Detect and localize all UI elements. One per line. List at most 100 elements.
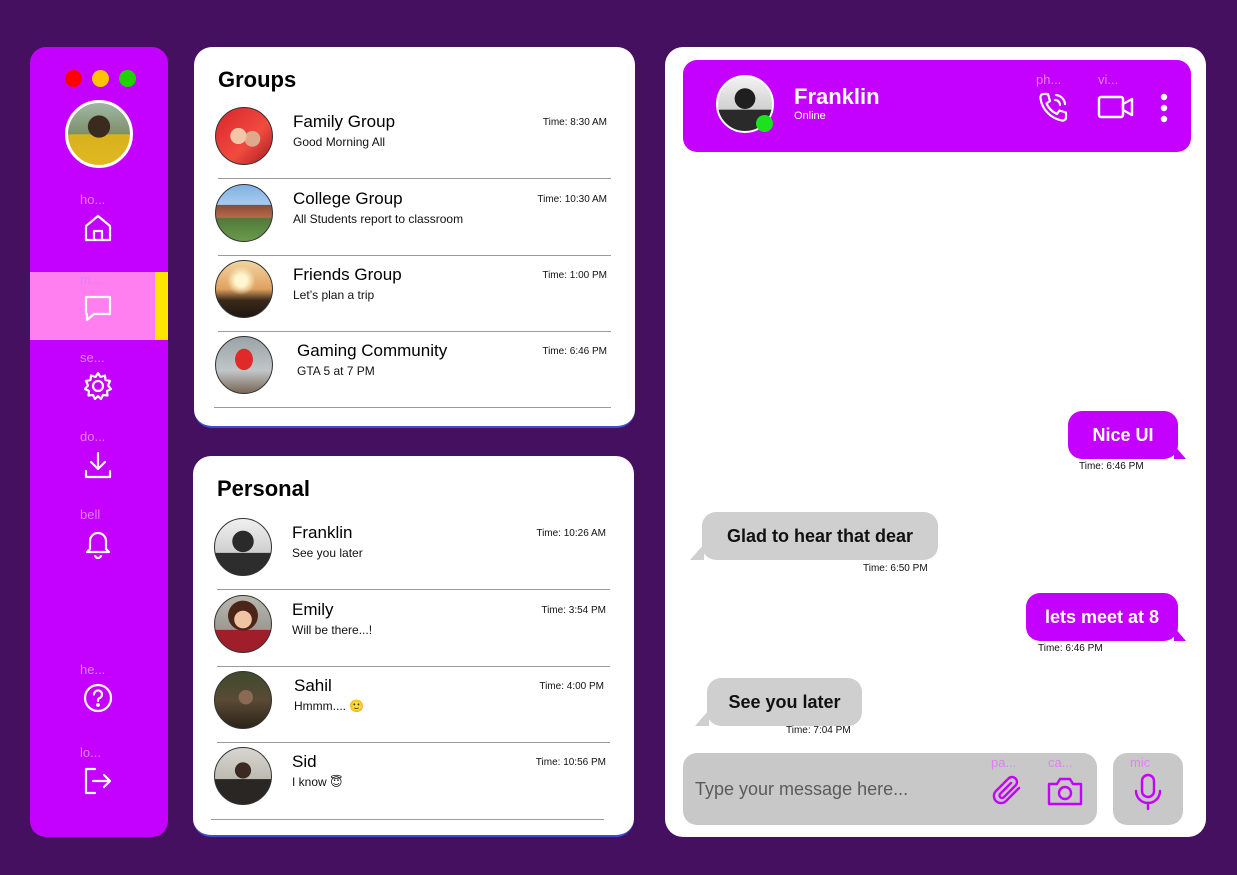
contact-time: Time: 3:54 PM [541, 605, 606, 616]
groups-title: Groups [218, 67, 297, 92]
video-call-icon[interactable] [1097, 91, 1135, 123]
contact-name: Franklin [292, 523, 353, 542]
group-row-college[interactable]: College Group All Students report to cla… [194, 180, 635, 256]
camera-icon[interactable] [1046, 773, 1084, 809]
personal-row-franklin[interactable]: Franklin See you later Time: 10:26 AM [193, 514, 634, 590]
camera-label: ca... [1048, 755, 1073, 770]
message-bubble-outgoing: lets meet at 8 [1026, 593, 1186, 641]
window-controls [30, 47, 168, 97]
personal-title: Personal [217, 476, 310, 501]
nav-home-label: ho... [80, 192, 106, 207]
personal-row-emily[interactable]: Emily Will be there...! Time: 3:54 PM [193, 591, 634, 667]
close-window-dot[interactable] [65, 70, 82, 87]
phone-call-icon[interactable] [1035, 90, 1071, 126]
chat-panel: Franklin Online ph... vi... Nice UI Time… [665, 47, 1206, 837]
contact-time: Time: 10:26 AM [536, 528, 606, 539]
chat-header: Franklin Online ph... vi... [683, 60, 1191, 152]
contact-preview: Will be there...! [292, 623, 373, 637]
home-icon [84, 214, 112, 242]
nav-messages-label: m... [80, 272, 102, 287]
online-indicator [756, 115, 773, 132]
group-preview: GTA 5 at 7 PM [297, 364, 375, 378]
contact-preview: I know 😇 [292, 775, 343, 789]
contact-avatar [214, 671, 272, 729]
contact-name: Sahil [294, 676, 332, 695]
message-bubble-outgoing: Nice UI [1068, 411, 1186, 459]
group-name: Family Group [293, 112, 396, 131]
message-time: Time: 6:46 PM [1038, 643, 1103, 654]
settings-icon [83, 371, 113, 401]
contact-preview: See you later [292, 546, 363, 560]
group-row-family[interactable]: Family Group Good Morning All Time: 8:30… [194, 103, 635, 179]
message-time: Time: 7:04 PM [786, 725, 851, 736]
nav-notifications-label: bell [80, 507, 101, 522]
group-time: Time: 6:46 PM [542, 346, 607, 357]
contact-avatar [214, 518, 272, 576]
row-divider [217, 589, 610, 590]
download-icon [84, 451, 112, 479]
message-input[interactable] [695, 773, 975, 805]
group-name: Friends Group [293, 265, 402, 284]
nav-home[interactable]: ho... [30, 192, 168, 260]
bell-icon [85, 531, 111, 559]
contact-name: Emily [292, 600, 334, 619]
groups-panel: Groups Family Group Good Morning All Tim… [194, 47, 635, 428]
chat-contact-name: Franklin [794, 84, 880, 109]
personal-panel: Personal Franklin See you later Time: 10… [193, 456, 634, 837]
group-preview: Let’s plan a trip [293, 288, 375, 302]
personal-row-sid[interactable]: Sid I know 😇 Time: 10:56 PM [193, 743, 634, 820]
group-preview: Good Morning All [293, 135, 386, 149]
nav-settings-label: se... [80, 350, 105, 365]
nav-messages[interactable]: m... [30, 272, 168, 340]
group-avatar [215, 107, 273, 165]
attach-label: pa... [991, 755, 1017, 770]
contact-preview: Hmmm.... 🙂 [294, 699, 365, 713]
group-avatar [215, 184, 273, 242]
contact-time: Time: 10:56 PM [535, 757, 606, 768]
nav-logout[interactable]: lo... [30, 745, 168, 813]
message-time: Time: 6:50 PM [863, 563, 928, 574]
row-divider [211, 819, 604, 820]
video-call-label: vi... [1098, 72, 1119, 87]
group-name: College Group [293, 189, 403, 208]
group-row-friends[interactable]: Friends Group Let’s plan a trip Time: 1:… [194, 256, 635, 332]
message-composer: pa... ca... [683, 753, 1097, 825]
row-divider [214, 407, 611, 408]
group-row-gaming[interactable]: Gaming Community GTA 5 at 7 PM Time: 6:4… [194, 332, 635, 408]
more-options-icon[interactable] [1157, 92, 1171, 124]
help-icon [83, 683, 113, 713]
phone-call-label: ph... [1036, 72, 1062, 87]
user-avatar[interactable] [65, 100, 133, 168]
contact-time: Time: 4:00 PM [539, 681, 604, 692]
logout-icon [84, 767, 112, 795]
message-icon [84, 295, 112, 322]
row-divider [218, 178, 611, 179]
group-time: Time: 8:30 AM [542, 117, 607, 128]
message-bubble-incoming: See you later [695, 678, 862, 726]
message-bubble-incoming: Glad to hear that dear [690, 512, 938, 560]
nav-notifications[interactable]: bell [30, 507, 168, 575]
group-avatar [215, 260, 273, 318]
mic-label: mic [1130, 755, 1151, 770]
contact-name: Sid [292, 752, 317, 771]
sidebar: ho... m... se... do... bell he... lo... [30, 47, 168, 837]
paperclip-icon[interactable] [989, 773, 1025, 809]
nav-downloads-label: do... [80, 429, 106, 444]
group-name: Gaming Community [297, 341, 448, 360]
personal-row-sahil[interactable]: Sahil Hmmm.... 🙂 Time: 4:00 PM [193, 667, 634, 743]
group-time: Time: 1:00 PM [542, 270, 607, 281]
message-time: Time: 6:46 PM [1079, 461, 1144, 472]
minimize-window-dot[interactable] [92, 70, 109, 87]
nav-help-label: he... [80, 662, 106, 677]
nav-help[interactable]: he... [30, 662, 168, 730]
maximize-window-dot[interactable] [119, 70, 136, 87]
group-time: Time: 10:30 AM [537, 194, 607, 205]
nav-downloads[interactable]: do... [30, 429, 168, 497]
nav-logout-label: lo... [80, 745, 101, 760]
contact-avatar [214, 595, 272, 653]
contact-avatar [214, 747, 272, 805]
group-preview: All Students report to classroom [293, 212, 464, 226]
chat-contact-status: Online [794, 110, 826, 122]
nav-settings[interactable]: se... [30, 350, 168, 418]
voice-record-button[interactable]: mic [1113, 753, 1183, 825]
